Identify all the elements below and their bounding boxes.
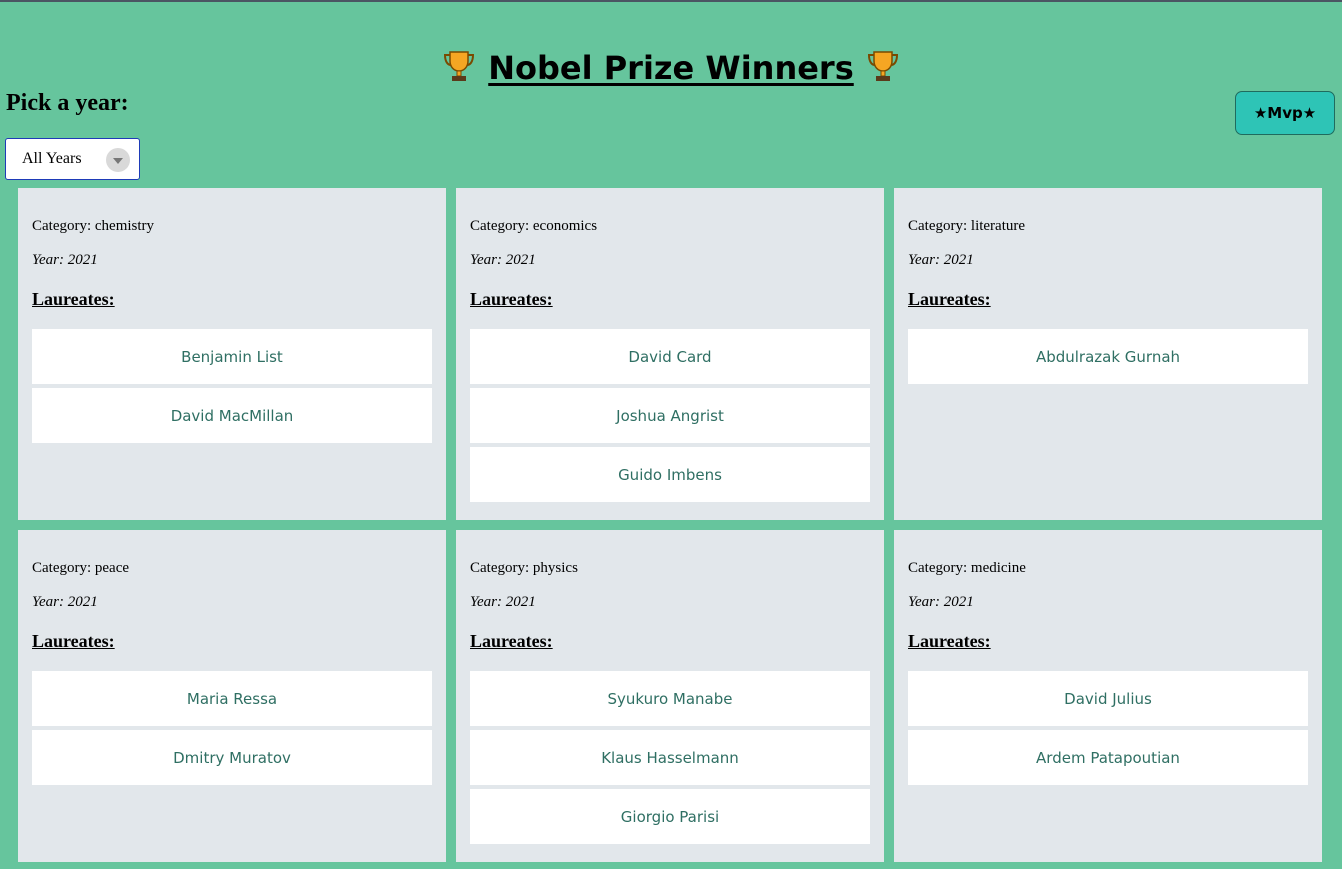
prize-category: Category: peace — [32, 560, 130, 576]
laureate-item[interactable]: Ardem Patapoutian — [908, 730, 1308, 785]
prize-category: Category: chemistry — [32, 218, 155, 234]
prize-category: Category: medicine — [908, 560, 1026, 576]
mvp-button[interactable]: ★Mvp★ — [1235, 91, 1335, 135]
laureate-item[interactable]: Guido Imbens — [470, 447, 870, 502]
laureate-item[interactable]: Klaus Hasselmann — [470, 730, 870, 785]
prize-year: Year: 2021 — [32, 252, 98, 268]
prize-grid: Category: chemistry Year: 2021 Laureates: B… — [18, 188, 1322, 862]
laureate-item[interactable]: Benjamin List — [32, 329, 432, 384]
laureates-list: Maria Ressa Dmitry Muratov — [32, 671, 432, 785]
year-select-value: All Years — [22, 150, 82, 167]
page-title-text: Nobel Prize Winners — [488, 49, 854, 88]
laureates-list: David Card Joshua Angrist Guido Imbens — [470, 329, 870, 502]
laureate-item[interactable]: David Card — [470, 329, 870, 384]
trophy-icon — [867, 51, 898, 82]
prize-card: Category: peace Year: 2021 Laureates: Maria… — [18, 530, 446, 862]
prize-year: Year: 2021 — [470, 252, 536, 268]
prize-year: Year: 2021 — [470, 594, 536, 610]
prize-year: Year: 2021 — [908, 594, 974, 610]
laureate-item[interactable]: Giorgio Parisi — [470, 789, 870, 844]
laureates-heading: Laureates: — [908, 631, 991, 651]
prize-card: Category: literature Year: 2021 Laureates:… — [894, 188, 1322, 520]
prize-year: Year: 2021 — [908, 252, 974, 268]
year-filter-label: Pick a year: — [6, 90, 129, 116]
year-select[interactable]: All Years — [5, 138, 140, 180]
laureates-list: David Julius Ardem Patapoutian — [908, 671, 1308, 785]
laureates-heading: Laureates: — [470, 631, 553, 651]
laureate-item[interactable]: Maria Ressa — [32, 671, 432, 726]
laureates-heading: Laureates: — [32, 631, 115, 651]
prize-card: Category: economics Year: 2021 Laureates: D… — [456, 188, 884, 520]
laureates-heading: Laureates: — [32, 289, 115, 309]
chevron-down-icon[interactable] — [106, 148, 130, 172]
prize-card: Category: chemistry Year: 2021 Laureates: B… — [18, 188, 446, 520]
laureates-heading: Laureates: — [470, 289, 553, 309]
trophy-icon — [444, 51, 475, 82]
laureate-item[interactable]: David MacMillan — [32, 388, 432, 443]
laureate-item[interactable]: Joshua Angrist — [470, 388, 870, 443]
laureate-item[interactable]: Syukuro Manabe — [470, 671, 870, 726]
laureates-list: Syukuro Manabe Klaus Hasselmann Giorgio Pa… — [470, 671, 870, 844]
prize-category: Category: physics — [470, 560, 578, 576]
prize-category: Category: literature — [908, 218, 1026, 234]
laureates-list: Abdulrazak Gurnah — [908, 329, 1308, 384]
laureates-heading: Laureates: — [908, 289, 991, 309]
prize-card: Category: medicine Year: 2021 Laureates: Da… — [894, 530, 1322, 862]
laureate-item[interactable]: David Julius — [908, 671, 1308, 726]
page-title: Nobel Prize Winners — [0, 47, 1342, 87]
laureates-list: Benjamin List David MacMillan — [32, 329, 432, 443]
laureate-item[interactable]: Abdulrazak Gurnah — [908, 329, 1308, 384]
laureate-item[interactable]: Dmitry Muratov — [32, 730, 432, 785]
prize-card: Category: physics Year: 2021 Laureates: Syu… — [456, 530, 884, 862]
prize-year: Year: 2021 — [32, 594, 98, 610]
prize-category: Category: economics — [470, 218, 598, 234]
